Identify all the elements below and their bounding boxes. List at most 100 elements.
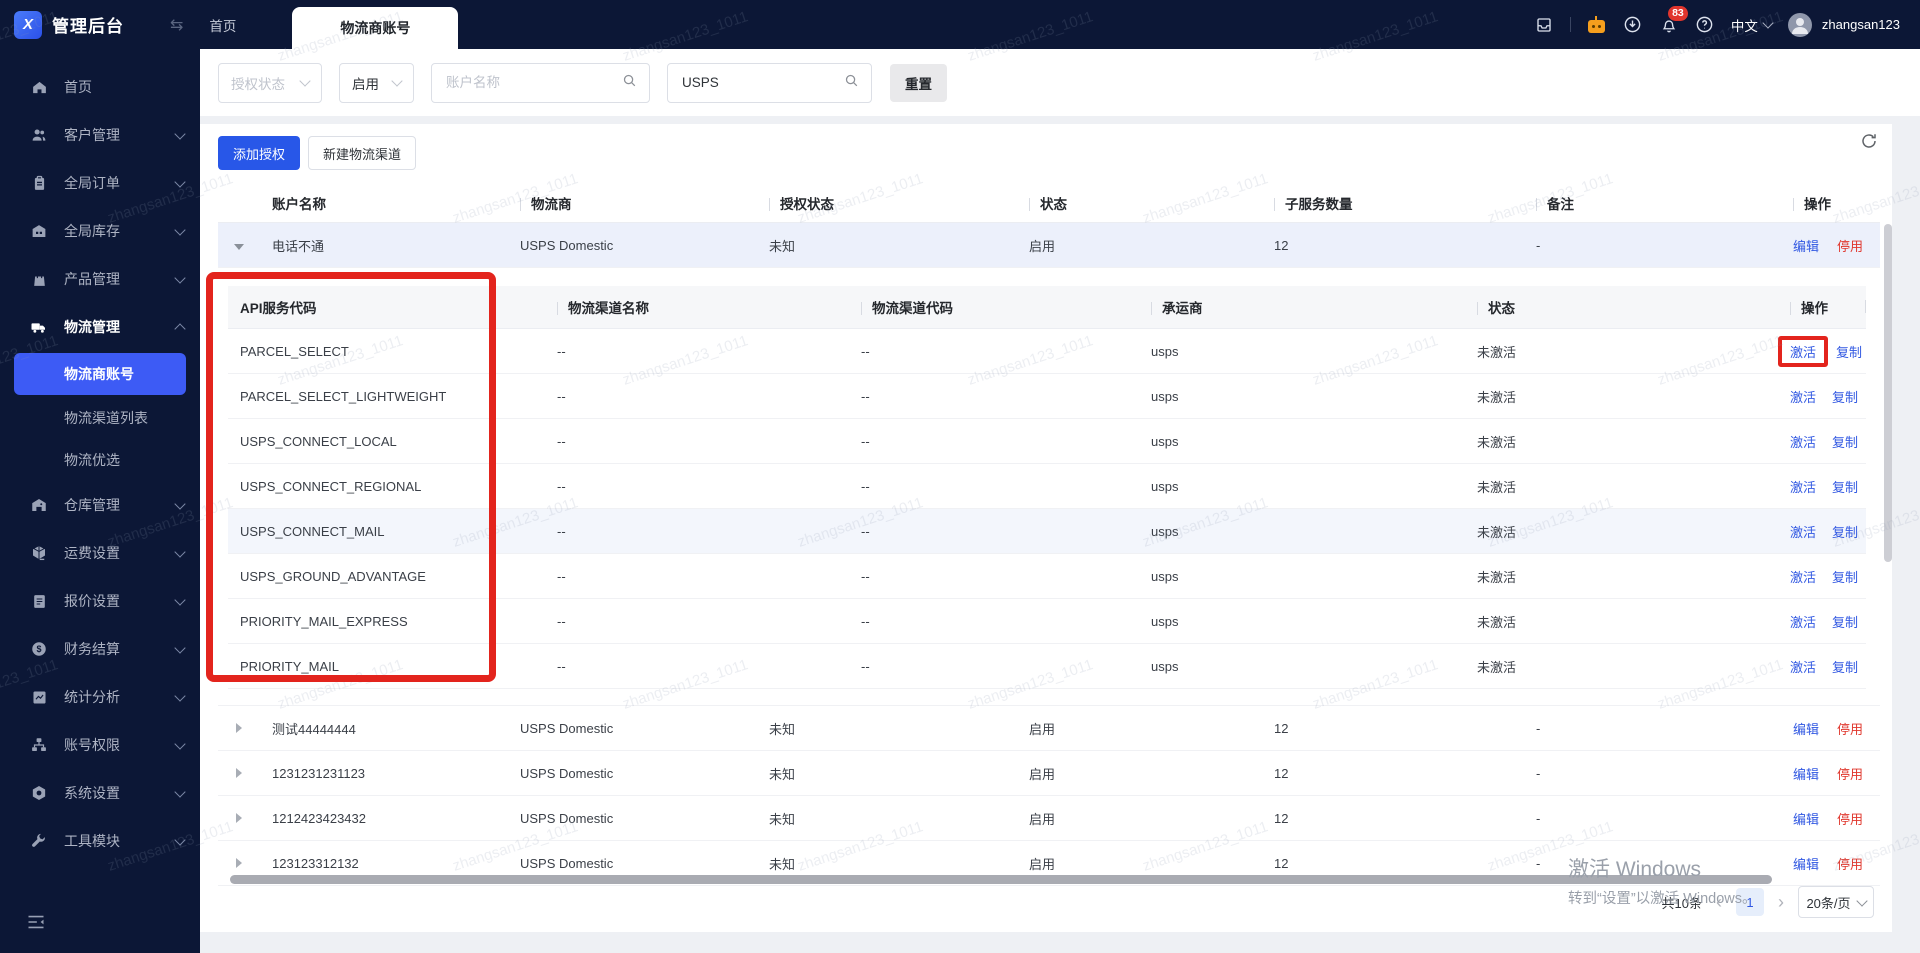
copy-link[interactable]: 复制 <box>1832 615 1858 630</box>
sidebar-subitem-item[interactable]: 物流优选 <box>0 439 200 481</box>
sub-cell-code: PARCEL_SELECT <box>228 328 545 374</box>
sidebar-item-logistics[interactable]: 物流管理 <box>0 303 200 351</box>
sidebar-item-warehouse[interactable]: 仓库管理 <box>0 481 200 529</box>
annotation-box-activate: 激活 <box>1778 335 1829 367</box>
search-icon[interactable] <box>844 73 859 93</box>
sidebar-collapse-icon[interactable] <box>26 912 46 937</box>
sidebar-item-products[interactable]: 产品管理 <box>0 255 200 303</box>
language-select[interactable]: 中文 <box>1731 15 1774 35</box>
sidebar-item-finance[interactable]: $ 财务结算 <box>0 625 200 673</box>
download-icon[interactable] <box>1623 15 1643 35</box>
expand-caret-icon[interactable] <box>236 812 242 823</box>
activate-link[interactable]: 激活 <box>1790 435 1816 450</box>
reset-button[interactable]: 重置 <box>890 63 947 102</box>
inbox-icon[interactable] <box>1534 15 1554 35</box>
sidebar-menu: 首页 客户管理 全局订单 全局库存 产品管理 物流管理 物流商账号 物流渠道列表 物流优选 仓库管… <box>0 49 200 865</box>
cell-provider: USPS Domestic <box>510 750 759 796</box>
sidebar-subitem-active[interactable]: 物流商账号 <box>14 353 186 395</box>
edit-link[interactable]: 编辑 <box>1793 239 1819 254</box>
cell-account: 测试44444444 <box>262 705 510 751</box>
activate-link[interactable]: 激活 <box>1790 570 1816 585</box>
copy-link[interactable]: 复制 <box>1836 345 1862 360</box>
tab-home[interactable]: 首页 <box>209 15 236 35</box>
expand-caret-icon[interactable] <box>236 857 242 868</box>
sidebar-item-inventory[interactable]: 全局库存 <box>0 207 200 255</box>
copy-link[interactable]: 复制 <box>1832 525 1858 540</box>
disable-link[interactable]: 停用 <box>1837 239 1863 254</box>
chevron-down-icon <box>174 641 186 654</box>
activate-link[interactable]: 激活 <box>1790 480 1816 495</box>
copy-link[interactable]: 复制 <box>1832 390 1858 405</box>
edit-link[interactable]: 编辑 <box>1793 857 1819 872</box>
column-header: 物流商 <box>510 184 759 223</box>
sub-cell-carrier: usps <box>1139 328 1465 374</box>
column-header: 状态 <box>1019 184 1264 223</box>
refresh-icon[interactable] <box>1860 132 1878 155</box>
page-size-select[interactable]: 20条/页 <box>1798 886 1874 918</box>
help-icon[interactable] <box>1695 15 1715 35</box>
auth-status-select[interactable]: 授权状态 <box>218 62 322 103</box>
sidebar-item-freight[interactable]: 运费设置 <box>0 529 200 577</box>
collapse-caret-icon[interactable] <box>234 243 244 250</box>
sidebar-subitem-item[interactable]: 物流渠道列表 <box>0 397 200 439</box>
pagination-prev-icon[interactable]: ‹ <box>1716 893 1722 911</box>
sidebar-item-tools[interactable]: 工具模块 <box>0 817 200 865</box>
disable-link[interactable]: 停用 <box>1837 812 1863 827</box>
activate-link[interactable]: 激活 <box>1790 525 1816 540</box>
sub-cell-status: 未激活 <box>1465 418 1778 464</box>
pagination-total: 共10条 <box>1661 895 1702 911</box>
sidebar-item-quotes[interactable]: 报价设置 <box>0 577 200 625</box>
sidebar-item-home[interactable]: 首页 <box>0 63 200 111</box>
sub-table-row: PRIORITY_MAIL -- -- usps 未激活 激活 复制 <box>228 643 1866 689</box>
avatar[interactable] <box>1787 12 1812 37</box>
edit-link[interactable]: 编辑 <box>1793 722 1819 737</box>
search-icon[interactable] <box>622 73 637 93</box>
sidebar-item-users[interactable]: 客户管理 <box>0 111 200 159</box>
pagination: 共10条 ‹ 1 › 20条/页 <box>1662 886 1874 918</box>
disable-link[interactable]: 停用 <box>1837 767 1863 782</box>
sub-cell-channel-name: -- <box>545 418 849 464</box>
activate-link[interactable]: 激活 <box>1790 615 1816 630</box>
sidebar-item-permissions[interactable]: 账号权限 <box>0 721 200 769</box>
pagination-next-icon[interactable]: › <box>1778 893 1784 911</box>
username[interactable]: zhangsan123 <box>1822 17 1900 32</box>
enabled-select[interactable]: 启用 <box>339 62 414 103</box>
sidebar-item-label: 报价设置 <box>64 593 120 609</box>
copy-link[interactable]: 复制 <box>1832 570 1858 585</box>
sub-cell-channel-code: -- <box>849 508 1139 554</box>
new-channel-button[interactable]: 新建物流渠道 <box>308 136 417 170</box>
horizontal-scrollbar[interactable] <box>230 875 1772 884</box>
swap-icon[interactable]: ⇆ <box>170 15 183 35</box>
bell-icon[interactable]: 83 <box>1659 5 1688 35</box>
copy-link[interactable]: 复制 <box>1832 480 1858 495</box>
disable-link[interactable]: 停用 <box>1837 857 1863 872</box>
activate-link[interactable]: 激活 <box>1790 660 1816 675</box>
sidebar-item-system[interactable]: 系统设置 <box>0 769 200 817</box>
expand-caret-icon[interactable] <box>236 767 242 778</box>
sub-cell-channel-name: -- <box>545 463 849 509</box>
cell-note: - <box>1526 750 1783 796</box>
orders-icon <box>30 174 48 192</box>
sidebar-item-analytics[interactable]: 统计分析 <box>0 673 200 721</box>
robot-icon[interactable] <box>1587 15 1607 35</box>
pagination-page-1[interactable]: 1 <box>1736 888 1764 916</box>
app-logo-icon[interactable]: X <box>14 10 42 39</box>
copy-link[interactable]: 复制 <box>1832 660 1858 675</box>
table-row: 测试44444444 USPS Domestic 未知 启用 12- 编辑 停用 <box>218 705 1880 751</box>
tab-logistics-account[interactable]: 物流商账号 <box>292 7 459 49</box>
activate-link[interactable]: 激活 <box>1790 345 1816 360</box>
edit-link[interactable]: 编辑 <box>1793 767 1819 782</box>
add-auth-button[interactable]: 添加授权 <box>218 136 301 170</box>
sub-column-header: 操作 <box>1778 286 1866 329</box>
chevron-down-icon <box>174 689 186 702</box>
sidebar: 首页 客户管理 全局订单 全局库存 产品管理 物流管理 物流商账号 物流渠道列表 物流优选 仓库管… <box>0 49 200 953</box>
edit-link[interactable]: 编辑 <box>1793 812 1819 827</box>
expand-caret-icon[interactable] <box>236 722 242 733</box>
activate-link[interactable]: 激活 <box>1790 390 1816 405</box>
sidebar-item-orders[interactable]: 全局订单 <box>0 159 200 207</box>
copy-link[interactable]: 复制 <box>1832 435 1858 450</box>
disable-link[interactable]: 停用 <box>1837 722 1863 737</box>
vertical-scrollbar[interactable] <box>1884 224 1892 562</box>
account-name-input[interactable] <box>444 74 622 91</box>
keyword-input[interactable] <box>680 74 844 91</box>
